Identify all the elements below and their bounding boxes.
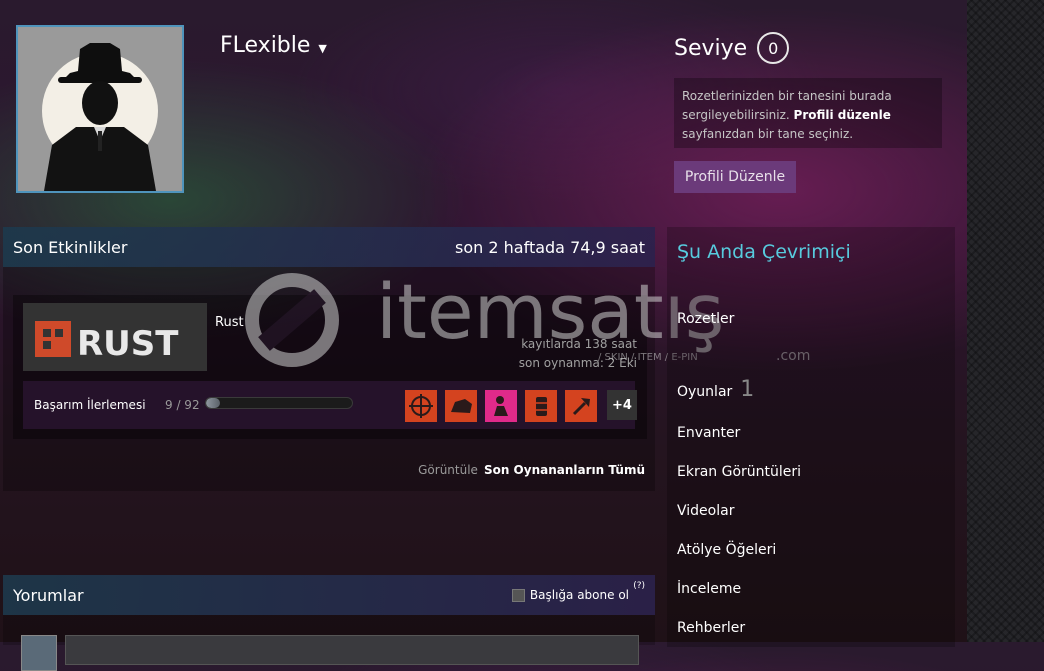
recent-activity-title: Son Etkinlikler [13,237,128,257]
profile-sidebar: Şu Anda Çevrimiçi Rozetler Oyunlar 1 Env… [667,227,955,647]
game-name[interactable]: Rust [215,315,244,330]
avatar-silhouette-icon [18,27,182,191]
svg-text:RUST: RUST [77,324,179,364]
achievement-icons: +4 [405,390,637,422]
sidebar-item-label: Atölye Öğeleri [677,542,777,558]
recent-activity-hours: son 2 haftada 74,9 saat [455,237,645,257]
sidebar-item-label: Rozetler [677,311,735,327]
comments-title: Yorumlar [13,585,84,605]
subscribe-toggle[interactable]: Başlığa abone ol [511,588,629,602]
badge-info-text-after: sayfanızdan bir tane seçiniz. [682,127,854,141]
sidebar-item-label: Envanter [677,425,741,441]
sidebar-item-count: 1 [740,377,755,402]
help-icon[interactable]: (?) [633,581,645,591]
username-text: FLexible [220,33,311,58]
recent-activity-panel: Son Etkinlikler son 2 haftada 74,9 saat … [3,227,655,491]
comments-panel: Yorumlar Başlığa abone ol (?) [3,575,655,671]
game-hours-on-record: kayıtlarda 138 saat [521,337,637,351]
comment-input[interactable] [65,635,639,665]
subscribe-label[interactable]: Başlığa abone ol [530,588,629,602]
online-status: Şu Anda Çevrimiçi [677,241,851,263]
profile-avatar[interactable] [16,25,184,193]
edit-profile-button[interactable]: Profili Düzenle [674,161,796,193]
view-all-recent-link[interactable]: Son Oynananların Tümü [484,463,645,477]
badge-info-box: Rozetlerinizden bir tanesini burada serg… [674,78,942,148]
comments-header: Yorumlar Başlığa abone ol (?) [3,575,655,615]
game-capsule-image[interactable]: RUST [23,303,207,371]
profile-username[interactable]: FLexible ▼ [220,33,327,58]
badge-info-link[interactable]: Profili düzenle [794,108,891,122]
sidebar-item-reviews[interactable]: İnceleme [677,581,741,597]
sidebar-item-label: Rehberler [677,620,746,636]
view-label: Görüntüle [418,463,478,477]
achievement-icon-barrel[interactable] [525,390,557,422]
achievement-progress-fill [206,398,221,408]
sidebar-item-guides[interactable]: Rehberler [677,620,745,636]
comment-user-avatar [21,635,57,671]
level-badge: 0 [757,32,790,64]
achievement-progress-bar: Başarım İlerlemesi 9 / 92 +4 [23,381,637,429]
level-label: Seviye [674,35,748,61]
rust-logo-icon: RUST [23,303,207,371]
game-card: RUST Rust kayıtlarda 138 saat son oynanm… [13,295,647,439]
achievement-icon-rock[interactable] [445,390,477,422]
level-section: Seviye 0 [674,32,790,64]
recent-activity-header: Son Etkinlikler son 2 haftada 74,9 saat [3,227,655,267]
achievement-icon-hatchet[interactable] [565,390,597,422]
sidebar-item-label: Videolar [677,503,735,519]
game-last-played: son oynanma: 2 Eki [518,356,637,370]
sidebar-item-videos[interactable]: Videolar [677,503,734,519]
achievement-count: 9 / 92 [165,398,200,412]
achievement-icon-target[interactable] [405,390,437,422]
more-achievements-button[interactable]: +4 [607,390,637,420]
sidebar-item-screenshots[interactable]: Ekran Görüntüleri [677,464,801,480]
sidebar-item-badges[interactable]: Rozetler [677,311,734,327]
sidebar-item-inventory[interactable]: Envanter [677,425,740,441]
subscribe-checkbox[interactable] [511,588,525,602]
achievement-progress-label[interactable]: Başarım İlerlemesi [34,398,146,412]
view-all-recent: Görüntüle Son Oynananların Tümü [418,463,645,477]
sidebar-item-workshop[interactable]: Atölye Öğeleri [677,542,776,558]
game-hours-info: kayıtlarda 138 saat son oynanma: 2 Eki [519,335,637,373]
sidebar-item-games[interactable]: Oyunlar 1 [677,377,754,402]
background-pattern-strip [967,0,1044,642]
sidebar-item-label: İnceleme [677,581,742,597]
achievement-progress-track [205,397,353,409]
sidebar-item-label: Oyunlar [677,384,733,400]
achievement-icon-player[interactable] [485,390,517,422]
caret-down-icon[interactable]: ▼ [318,42,326,55]
sidebar-item-label: Ekran Görüntüleri [677,464,802,480]
